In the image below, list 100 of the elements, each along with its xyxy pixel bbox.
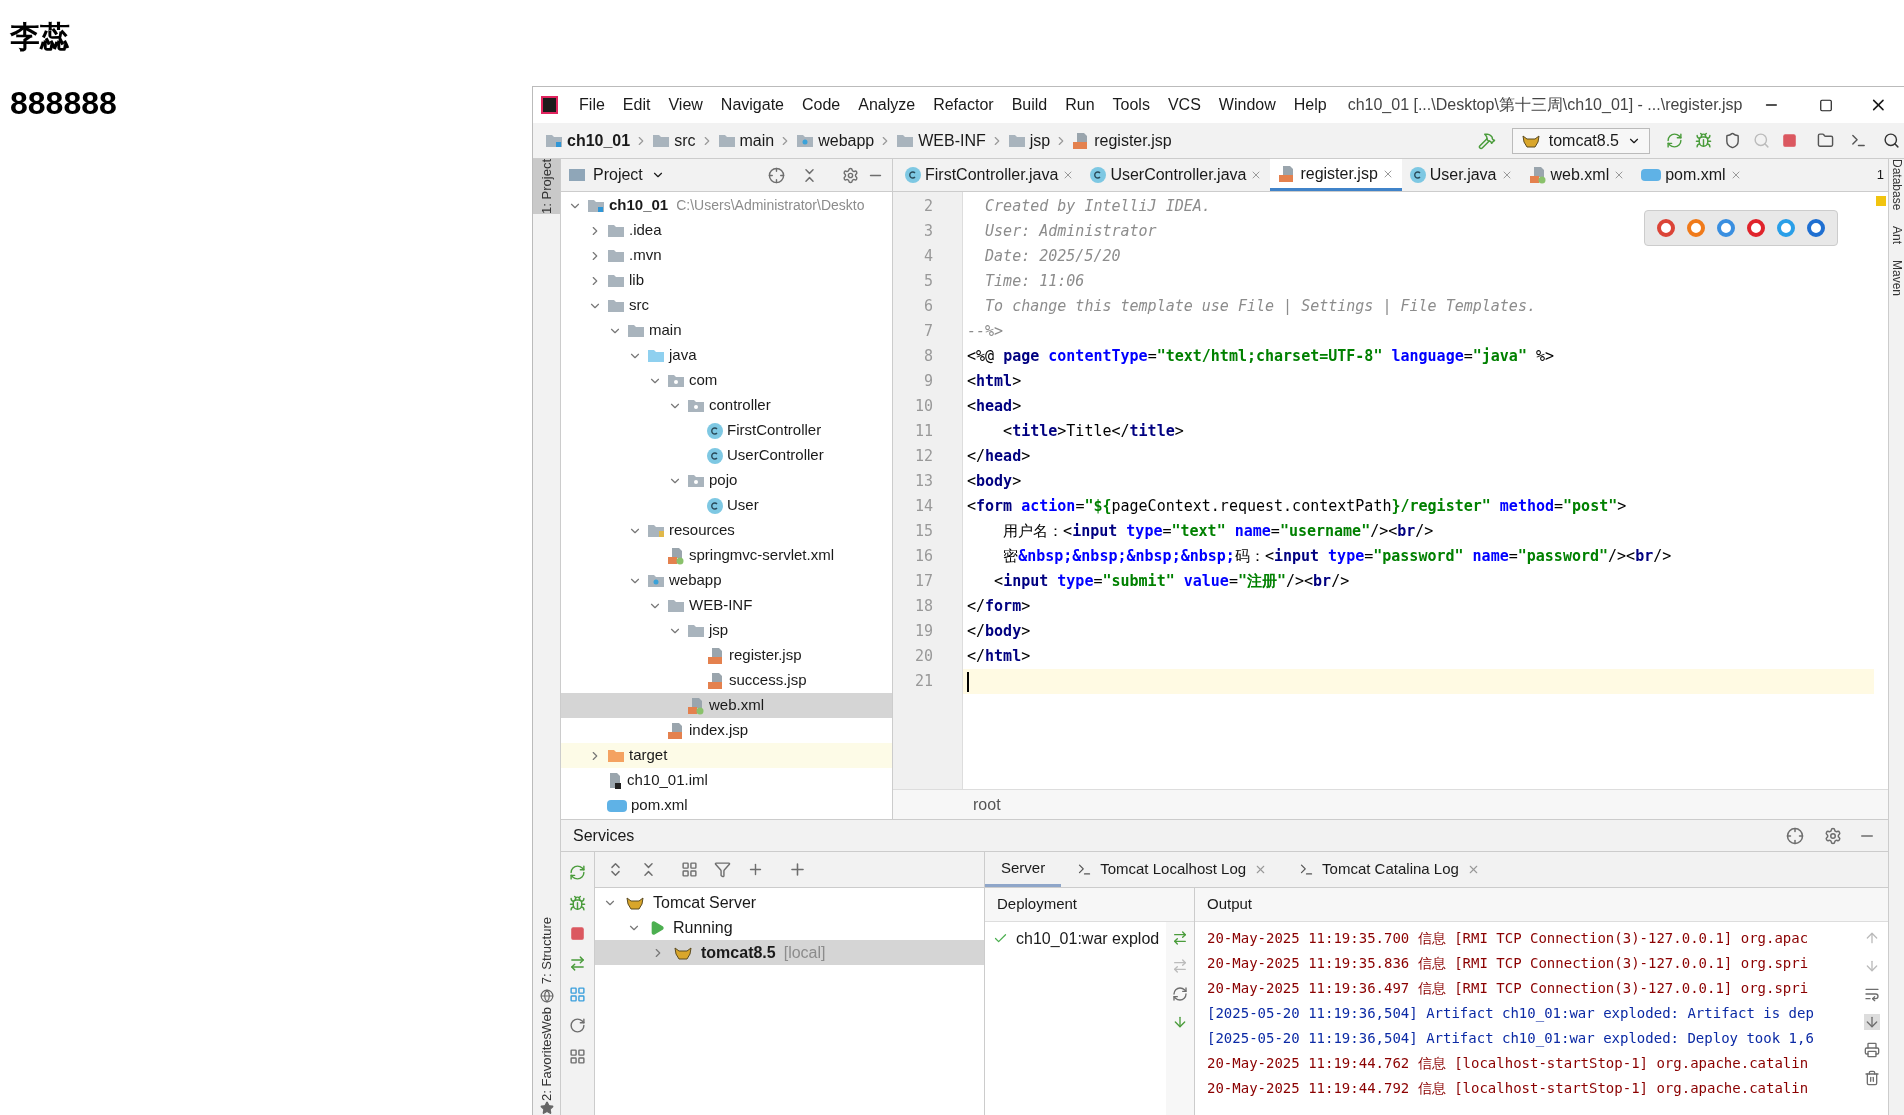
- service-tab[interactable]: Tomcat Localhost Log: [1061, 852, 1284, 887]
- browser-icon[interactable]: [1687, 219, 1705, 237]
- editor-tab[interactable]: web.xml: [1520, 159, 1634, 191]
- editor-tab[interactable]: FirstController.java: [897, 159, 1083, 191]
- add-icon[interactable]: [788, 860, 807, 879]
- bug-icon[interactable]: [1695, 132, 1712, 149]
- tree-item[interactable]: pom.xml: [561, 793, 892, 818]
- tree-item[interactable]: jsp: [561, 618, 892, 643]
- scroll-end-icon[interactable]: [1864, 1014, 1880, 1030]
- terminal-icon[interactable]: [1850, 132, 1867, 149]
- menu-item[interactable]: Run: [1056, 93, 1104, 117]
- stop-icon[interactable]: [570, 926, 585, 941]
- download-icon[interactable]: [1172, 1014, 1188, 1030]
- browser-icon[interactable]: [1717, 219, 1735, 237]
- print-icon[interactable]: [1864, 1042, 1880, 1058]
- tree-item[interactable]: UserController: [561, 443, 892, 468]
- tree-item[interactable]: src: [561, 293, 892, 318]
- tree-item[interactable]: java: [561, 343, 892, 368]
- breadcrumb-item[interactable]: main: [739, 128, 775, 153]
- service-item[interactable]: tomcat8.5 [local]: [595, 940, 984, 965]
- tool-window-tab[interactable]: 2: Favorites: [528, 1033, 565, 1101]
- tree-item[interactable]: ch10_01.iml: [561, 768, 892, 793]
- service-tab[interactable]: Tomcat Catalina Log: [1283, 852, 1496, 887]
- menu-item[interactable]: Window: [1209, 93, 1285, 117]
- breadcrumb-item[interactable]: src: [674, 128, 696, 153]
- tree-item[interactable]: target: [561, 743, 892, 768]
- refresh-icon[interactable]: [1172, 986, 1188, 1002]
- breadcrumb-item[interactable]: jsp: [1029, 128, 1051, 153]
- stop-icon[interactable]: [1782, 133, 1797, 148]
- browser-icon[interactable]: [1777, 219, 1795, 237]
- tool-window-tab[interactable]: Database: [1889, 159, 1904, 211]
- tree-item[interactable]: index.jsp: [561, 718, 892, 743]
- settings-icon[interactable]: [842, 166, 859, 184]
- trash-icon[interactable]: [1864, 1070, 1880, 1086]
- browser-icon[interactable]: [1807, 219, 1825, 237]
- tree-item[interactable]: WEB-INF: [561, 593, 892, 618]
- tree-item[interactable]: register.jsp: [561, 643, 892, 668]
- browser-icon[interactable]: [1747, 219, 1765, 237]
- tree-item[interactable]: User: [561, 493, 892, 518]
- tool-window-tab[interactable]: Web: [528, 1006, 565, 1034]
- editor-tab[interactable]: User.java: [1401, 159, 1521, 191]
- editor-tab[interactable]: UserController.java: [1082, 159, 1271, 191]
- refresh-icon[interactable]: [569, 1017, 586, 1034]
- build-icon[interactable]: [1477, 131, 1496, 150]
- tab-overflow-count[interactable]: 1: [1872, 159, 1888, 191]
- tree-item[interactable]: web.xml: [561, 693, 892, 718]
- group-icon[interactable]: [681, 861, 698, 878]
- tree-item[interactable]: pojo: [561, 468, 892, 493]
- tree-item[interactable]: resources: [561, 518, 892, 543]
- wrap-icon[interactable]: [1864, 986, 1880, 1002]
- tree-item[interactable]: main: [561, 318, 892, 343]
- editor-breadcrumb[interactable]: root: [973, 792, 1001, 817]
- tree-item[interactable]: springmvc-servlet.xml: [561, 543, 892, 568]
- menu-item[interactable]: Help: [1284, 93, 1336, 117]
- menu-item[interactable]: Navigate: [711, 93, 793, 117]
- rerun-icon[interactable]: [569, 864, 586, 881]
- panel-title[interactable]: Project: [593, 163, 643, 187]
- tree-item[interactable]: success.jsp: [561, 668, 892, 693]
- breadcrumb-item[interactable]: WEB-INF: [918, 128, 986, 153]
- locate-icon[interactable]: [768, 166, 785, 184]
- search-icon[interactable]: [1883, 132, 1900, 149]
- service-item[interactable]: Running: [595, 915, 984, 940]
- browser-icon[interactable]: [1657, 219, 1675, 237]
- filter-icon[interactable]: [714, 861, 731, 878]
- run-config-dropdown[interactable]: tomcat8.5: [1511, 127, 1650, 154]
- menu-item[interactable]: VCS: [1158, 93, 1210, 117]
- settings-icon[interactable]: [1824, 826, 1842, 845]
- breadcrumb-item[interactable]: ch10_01: [567, 128, 631, 153]
- menu-item[interactable]: Tools: [1103, 93, 1159, 117]
- editor-tab[interactable]: pom.xml: [1633, 159, 1750, 191]
- add-service-icon[interactable]: [747, 861, 764, 878]
- breadcrumb-item[interactable]: webapp: [818, 128, 875, 153]
- deploy-icon[interactable]: [569, 955, 586, 972]
- tool-window-tab[interactable]: Maven: [1889, 260, 1904, 297]
- tree-item[interactable]: webapp: [561, 568, 892, 593]
- tree-item[interactable]: lib: [561, 268, 892, 293]
- editor-tab[interactable]: register.jsp: [1270, 159, 1402, 191]
- menu-item[interactable]: View: [659, 93, 712, 117]
- maximize-icon[interactable]: [1819, 97, 1834, 113]
- tool-window-tab[interactable]: 7: Structure: [528, 917, 565, 985]
- locate-icon[interactable]: [1786, 826, 1804, 845]
- tree-item[interactable]: .idea: [561, 218, 892, 243]
- breadcrumb-item[interactable]: register.jsp: [1094, 128, 1172, 153]
- menu-item[interactable]: Refactor: [924, 93, 1003, 117]
- layout-icon[interactable]: [569, 1048, 586, 1065]
- tool-window-tab[interactable]: Ant: [1889, 226, 1904, 245]
- menu-item[interactable]: Analyze: [849, 93, 925, 117]
- menu-item[interactable]: File: [570, 93, 614, 117]
- menu-item[interactable]: Code: [793, 93, 850, 117]
- tree-item[interactable]: controller: [561, 393, 892, 418]
- deployment-item[interactable]: ch10_01:war explod: [1016, 926, 1160, 951]
- deploy-icon[interactable]: [1172, 930, 1188, 946]
- tree-item[interactable]: com: [561, 368, 892, 393]
- menu-item[interactable]: Edit: [613, 93, 660, 117]
- tree-item[interactable]: FirstController: [561, 418, 892, 443]
- bug-icon[interactable]: [569, 895, 586, 912]
- menu-item[interactable]: Build: [1002, 93, 1057, 117]
- service-item[interactable]: Tomcat Server: [595, 890, 984, 915]
- tree-item[interactable]: .mvn: [561, 243, 892, 268]
- rerun-icon[interactable]: [1666, 132, 1683, 149]
